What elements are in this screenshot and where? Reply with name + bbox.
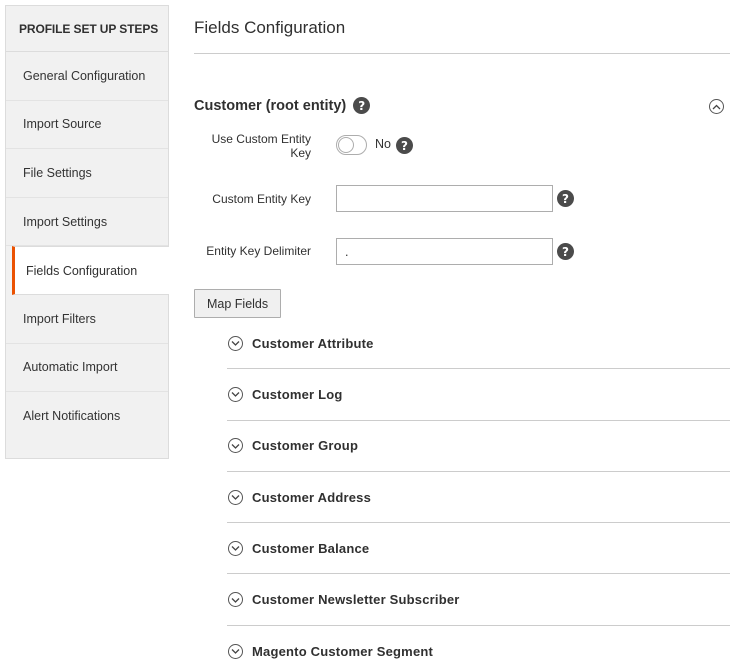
step-fields-configuration[interactable]: Fields Configuration [12,246,169,295]
entity-label: Customer Address [252,489,372,505]
section-help-icon[interactable]: ? [353,97,371,114]
section-title: Customer (root entity) ? [194,97,371,114]
step-general-configuration[interactable]: General Configuration [6,52,168,101]
entity-customer-log[interactable]: Customer Log [227,369,730,421]
use-custom-entity-key-toggle[interactable] [336,135,367,155]
use-custom-entity-key-label-line2: Key [290,146,311,160]
chevron-down-icon [228,335,243,351]
entity-magento-customer-segment[interactable]: Magento Customer Segment [227,626,730,666]
section-title-text: Customer (root entity) [194,97,347,114]
step-import-source[interactable]: Import Source [6,101,168,150]
step-import-settings[interactable]: Import Settings [6,198,168,247]
entity-customer-group[interactable]: Customer Group [227,421,730,472]
entity-key-delimiter-input[interactable] [336,238,553,265]
main-content: Fields Configuration Customer (root enti… [194,0,730,666]
page-title: Fields Configuration [194,18,346,37]
entity-label: Customer Attribute [252,335,374,351]
entity-label: Customer Newsletter Subscriber [252,592,460,608]
toggle-state-text: No [375,137,391,151]
profile-steps-sidebar: PROFILE SET UP STEPS General Configurati… [5,5,169,459]
use-custom-entity-key-label: Use Custom Entity Key [212,132,311,160]
toggle-knob [338,137,354,153]
entity-customer-attribute[interactable]: Customer Attribute [227,318,730,370]
entity-customer-address[interactable]: Customer Address [227,472,730,524]
map-fields-button[interactable]: Map Fields [194,289,282,318]
use-custom-entity-key-label-line1: Use Custom Entity [211,132,311,146]
custom-entity-key-help-icon[interactable]: ? [557,190,574,207]
chevron-down-icon [228,643,243,659]
custom-entity-key-input[interactable] [336,185,553,212]
entity-label: Customer Group [252,438,359,454]
entity-label: Customer Log [252,386,343,402]
chevron-down-icon [228,540,243,556]
steps-list: General Configuration Import Source File… [6,52,169,441]
entity-label: Customer Balance [252,540,370,556]
entity-key-delimiter-label: Entity Key Delimiter [206,244,311,258]
entity-customer-newsletter-subscriber[interactable]: Customer Newsletter Subscriber [227,574,730,626]
step-import-filters[interactable]: Import Filters [6,295,168,344]
chevron-down-icon [228,438,243,454]
chevron-down-icon [228,386,243,402]
entity-customer-balance[interactable]: Customer Balance [227,523,730,575]
chevron-down-icon [228,592,243,608]
custom-entity-key-label: Custom Entity Key [212,192,311,206]
step-automatic-import[interactable]: Automatic Import [6,344,168,393]
use-custom-entity-key-help-icon[interactable]: ? [396,137,413,154]
step-alert-notifications[interactable]: Alert Notifications [6,392,168,441]
chevron-up-icon[interactable] [709,99,724,114]
child-entities-list: Customer Attribute Customer Log Customer… [227,318,730,666]
chevron-down-icon [228,489,243,505]
step-file-settings[interactable]: File Settings [6,149,168,198]
entity-key-delimiter-help-icon[interactable]: ? [557,243,574,260]
sidebar-title: PROFILE SET UP STEPS [6,6,168,52]
entity-label: Magento Customer Segment [252,643,434,659]
title-divider [194,53,730,54]
